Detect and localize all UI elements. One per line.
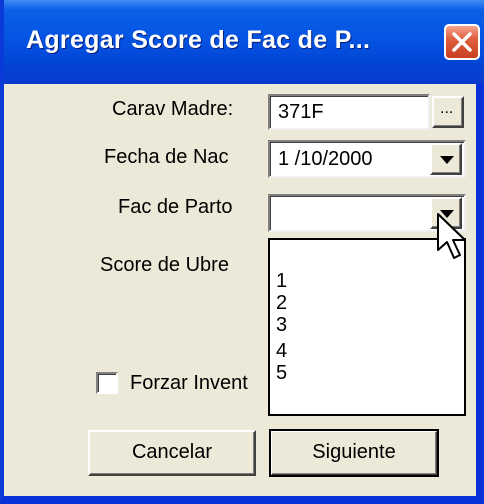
next-button[interactable]: Siguiente <box>269 429 439 477</box>
fac-de-parto-label: Fac de Parto <box>118 196 233 218</box>
forzar-checkbox[interactable] <box>96 372 118 394</box>
fecha-de-nac-label: Fecha de Nac <box>104 146 229 168</box>
dropdown-option-5[interactable]: 5 <box>276 362 287 384</box>
dropdown-option-4[interactable]: 4 <box>276 340 287 362</box>
fecha-de-nac-dropdown-button[interactable] <box>430 143 462 175</box>
close-icon <box>452 32 472 52</box>
fecha-de-nac-value: 1 /10/2000 <box>278 148 373 170</box>
dropdown-option-2[interactable]: 2 <box>276 292 287 314</box>
carav-madre-browse-button[interactable]: ... <box>432 96 464 128</box>
cancel-button[interactable]: Cancelar <box>88 430 256 476</box>
fecha-de-nac-datepicker[interactable]: 1 /10/2000 <box>268 140 466 178</box>
close-button[interactable] <box>444 24 480 60</box>
dropdown-option-3[interactable]: 3 <box>276 314 287 336</box>
carav-madre-value: 371F <box>278 101 324 123</box>
dialog-window: Agregar Score de Fac de P... Carav Madre… <box>0 0 484 504</box>
carav-madre-input[interactable]: 371F <box>268 94 430 130</box>
mouse-cursor-icon <box>437 213 466 259</box>
fac-de-parto-dropdown-list[interactable]: 1 2 3 4 5 <box>268 238 466 416</box>
carav-madre-label: Carav Madre: <box>112 98 234 120</box>
score-de-ubre-label: Score de Ubre <box>100 254 229 276</box>
window-title: Agregar Score de Fac de P... <box>26 26 371 54</box>
ellipsis-icon: ... <box>440 100 454 117</box>
title-bar[interactable]: Agregar Score de Fac de P... <box>4 0 484 84</box>
dropdown-option-1[interactable]: 1 <box>276 270 287 292</box>
forzar-label: Forzar Invent <box>130 372 248 394</box>
chevron-down-icon <box>440 156 454 164</box>
